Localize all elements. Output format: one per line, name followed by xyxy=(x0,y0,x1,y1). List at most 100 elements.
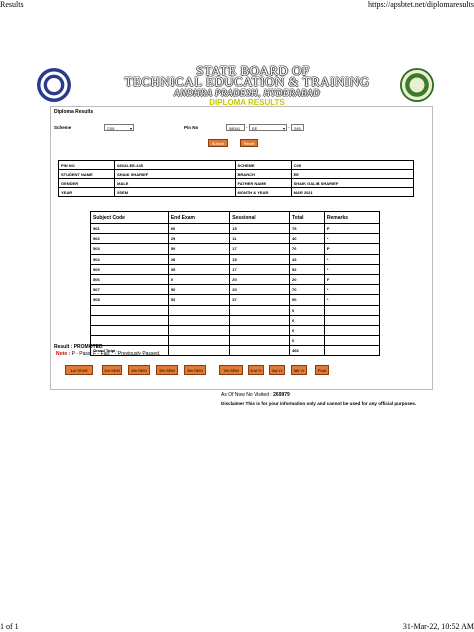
info-key: STUDENT NAME xyxy=(57,169,116,179)
table-cell: 29 xyxy=(167,233,231,245)
table-cell xyxy=(229,345,290,357)
semester-button[interactable]: Print xyxy=(315,365,329,375)
table-cell: 0 xyxy=(289,324,325,337)
marks-header: Sessional xyxy=(229,211,290,224)
table-row: 508 53 37 90 * xyxy=(90,294,381,306)
scheme-select[interactable]: C05 ▾ xyxy=(104,124,134,131)
table-cell xyxy=(323,314,381,326)
table-cell: 0 xyxy=(167,273,231,286)
table-row: 504 28 15 43 * xyxy=(90,253,381,265)
info-value: EE xyxy=(290,169,415,179)
table-row: 0 xyxy=(90,304,381,316)
marks-header: Remarks xyxy=(323,211,381,224)
marks-header: Total xyxy=(289,211,325,224)
marks-header: Subject Code xyxy=(90,211,169,224)
table-cell xyxy=(323,335,381,347)
pin-label: Pin No xyxy=(184,125,199,130)
chevron-down-icon: ▾ xyxy=(282,126,285,131)
semester-button[interactable]: 7th SEM xyxy=(219,365,243,375)
table-cell xyxy=(167,345,231,357)
table-cell: P xyxy=(323,222,381,235)
semester-button[interactable]: 4th Yr xyxy=(291,365,307,375)
tab-title: Results xyxy=(0,0,24,9)
table-cell: * xyxy=(323,294,381,306)
table-cell: 11 xyxy=(229,233,290,245)
chevron-down-icon: ▾ xyxy=(129,126,132,131)
pin-dash: - xyxy=(246,125,248,130)
pin-part3-input[interactable]: 245 xyxy=(291,124,304,131)
pin-part2-value: EE xyxy=(252,126,258,131)
visited-count: 269979 xyxy=(273,392,290,398)
table-cell: 60 xyxy=(167,222,231,235)
grand-total-value: 466 xyxy=(289,345,325,357)
table-row: 0 xyxy=(90,314,381,326)
table-cell xyxy=(323,345,381,357)
info-key: MONTH & YEAR xyxy=(234,187,292,197)
info-value: SHAIK SHARIEF xyxy=(114,169,236,179)
table-cell xyxy=(229,324,290,337)
scheme-label: Scheme xyxy=(54,125,72,130)
table-cell xyxy=(167,335,231,347)
table-cell: 52 xyxy=(289,263,325,275)
pin-part1-input[interactable]: 08041 xyxy=(226,124,245,131)
table-cell: 20 xyxy=(229,284,290,296)
pin-part1-value: 08041 xyxy=(229,126,241,131)
info-key: GENDER xyxy=(57,178,116,188)
table-cell: 0 xyxy=(289,314,325,326)
semester-button[interactable]: 5th SEM xyxy=(156,365,178,375)
table-cell: * xyxy=(323,263,381,275)
scheme-value: C05 xyxy=(107,126,115,131)
legend-note: Note : P - Pass; F - Fail; * - Previousl… xyxy=(56,351,160,357)
semester-button[interactable]: 3rd Yr xyxy=(269,365,285,375)
result-status: Result : PROMOTED xyxy=(54,344,103,350)
semester-button[interactable]: 3rd SEM xyxy=(102,365,122,375)
table-cell: 0 xyxy=(289,304,325,316)
info-row: YEAR 5SEM MONTH & YEAR MAR 2021 xyxy=(57,187,415,197)
table-cell: 504 xyxy=(90,253,169,265)
table-cell: 20 xyxy=(229,273,290,286)
table-cell: 53 xyxy=(167,294,231,306)
table-cell: 0 xyxy=(289,335,325,347)
pin-dash: - xyxy=(288,125,290,130)
table-cell: 15 xyxy=(229,222,290,235)
table-cell: P xyxy=(323,243,381,255)
table-row: 507 50 20 70 * xyxy=(90,284,381,296)
table-row: 0 xyxy=(90,324,381,337)
table-cell: * xyxy=(323,284,381,296)
info-key: PIN NO xyxy=(57,160,116,170)
table-row: 503 59 17 76 P xyxy=(90,243,381,255)
marks-header: End Exam xyxy=(167,211,231,224)
visitor-counter: As Of Now No Visited : 269979 xyxy=(221,392,290,398)
table-cell: * xyxy=(323,233,381,245)
section-title: Diploma Results xyxy=(54,109,94,115)
student-info-table: PIN NO 08041-EE-245 SCHEME C05 STUDENT NAME S… xyxy=(57,160,415,197)
reset-button[interactable]: Reset xyxy=(240,139,258,147)
disclaimer: Disclaimer This is for your information … xyxy=(221,401,417,406)
semester-button[interactable]: 6th SEM xyxy=(184,365,206,375)
info-value: 5SEM xyxy=(114,187,236,197)
semester-button[interactable]: 2nd Yr xyxy=(248,365,264,375)
table-cell: 76 xyxy=(289,243,325,255)
semester-button[interactable]: 1st YEAR xyxy=(65,365,93,375)
table-cell: 505 xyxy=(90,263,169,275)
table-row: 0 xyxy=(90,335,381,347)
table-cell: * xyxy=(323,253,381,265)
info-key: YEAR xyxy=(57,187,116,197)
info-value: SHAIK GALIB SHARIEF xyxy=(290,178,415,188)
table-cell: 508 xyxy=(90,294,169,306)
table-row: 506 0 20 20 F xyxy=(90,273,381,286)
table-cell: 40 xyxy=(289,233,325,245)
table-cell: 43 xyxy=(289,253,325,265)
submit-button[interactable]: Submit xyxy=(208,139,228,147)
table-cell: 28 xyxy=(167,253,231,265)
table-cell xyxy=(90,314,169,326)
info-row: STUDENT NAME SHAIK SHARIEF BRANCH EE xyxy=(57,169,415,179)
info-row: PIN NO 08041-EE-245 SCHEME C05 xyxy=(57,160,415,170)
table-cell: 90 xyxy=(289,294,325,306)
pin-part3-value: 245 xyxy=(294,126,301,131)
table-cell: 503 xyxy=(90,243,169,255)
semester-button[interactable]: 4th SEM xyxy=(128,365,150,375)
table-cell: 70 xyxy=(289,284,325,296)
table-cell: 15 xyxy=(229,253,290,265)
pin-branch-select[interactable]: EE ▾ xyxy=(249,124,287,131)
